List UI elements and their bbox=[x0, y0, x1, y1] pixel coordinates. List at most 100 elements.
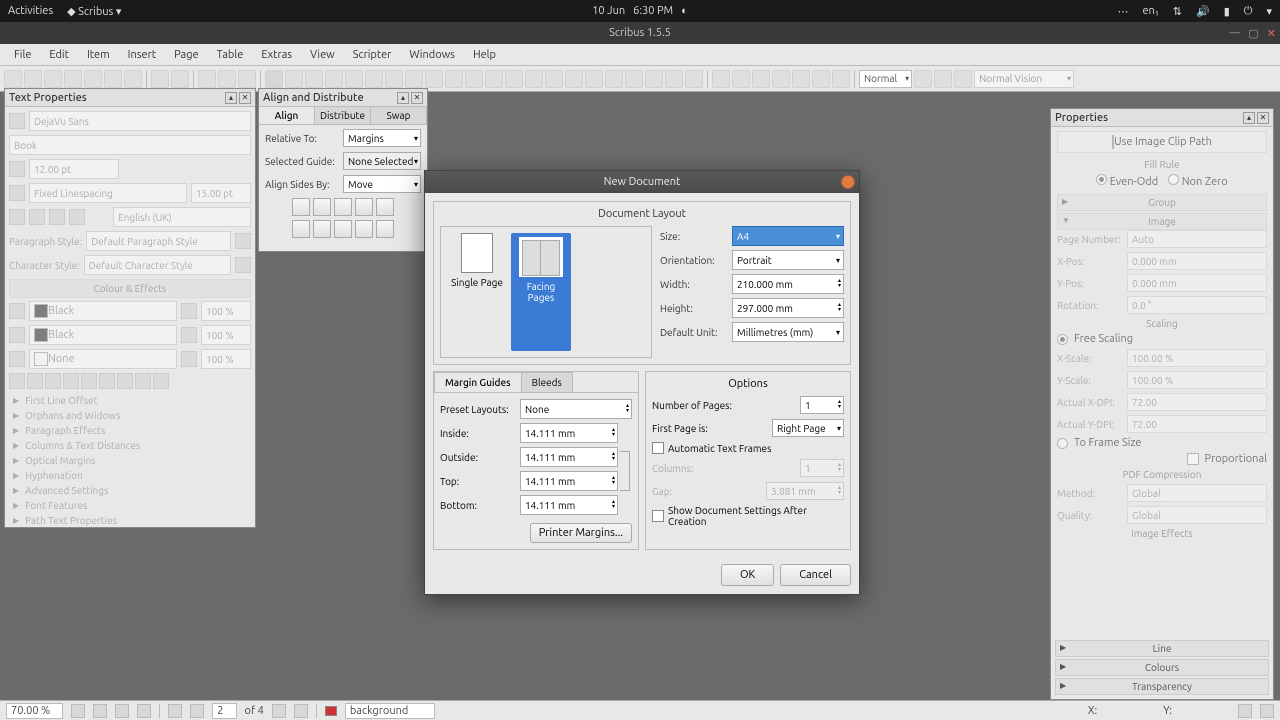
tb-paste[interactable] bbox=[238, 70, 256, 88]
last-page-icon[interactable] bbox=[294, 704, 308, 718]
font-style-select[interactable]: Book bbox=[9, 135, 251, 155]
to-frame-radio[interactable] bbox=[1057, 438, 1068, 449]
menu-page[interactable]: Page bbox=[166, 47, 207, 63]
tb-pdf-link[interactable] bbox=[832, 70, 850, 88]
tb-undo[interactable] bbox=[151, 70, 169, 88]
linespacing-value[interactable]: 15.00 pt bbox=[191, 183, 251, 203]
group-section[interactable]: Group bbox=[1057, 194, 1267, 211]
zoom-default-icon[interactable] bbox=[115, 704, 129, 718]
first-page-select[interactable]: Right Page bbox=[772, 419, 844, 437]
bg-color[interactable]: None bbox=[29, 349, 177, 369]
dialog-close-button[interactable] bbox=[841, 175, 855, 189]
tab-bleeds[interactable]: Bleeds bbox=[521, 372, 573, 392]
link-margins-icon[interactable] bbox=[620, 451, 630, 491]
align-vcenter-button[interactable] bbox=[313, 220, 331, 238]
first-page-icon[interactable] bbox=[168, 704, 182, 718]
colour-effects-header[interactable]: Colour & Effects bbox=[9, 279, 251, 298]
layer-select[interactable]: background bbox=[345, 703, 435, 719]
network-icon[interactable]: ⇅ bbox=[1173, 5, 1182, 18]
tb-polygon[interactable] bbox=[405, 70, 423, 88]
page-number-select[interactable]: Auto bbox=[1127, 230, 1267, 248]
close-icon[interactable]: ✕ bbox=[1257, 112, 1269, 124]
tb-open[interactable] bbox=[24, 70, 42, 88]
top-input[interactable]: 14.111 mm bbox=[520, 471, 618, 491]
tb-arc[interactable] bbox=[385, 70, 403, 88]
align-left-button[interactable] bbox=[292, 198, 310, 216]
shade-icon[interactable]: ▴ bbox=[1243, 112, 1255, 124]
tb-pdf-combo[interactable] bbox=[772, 70, 790, 88]
section-hyphen[interactable]: Hyphenation bbox=[9, 468, 251, 483]
tb-save[interactable] bbox=[44, 70, 62, 88]
tb-pdf-push[interactable] bbox=[712, 70, 730, 88]
menu-view[interactable]: View bbox=[302, 47, 343, 63]
volume-icon[interactable]: 🔊 bbox=[1196, 5, 1210, 18]
edit-icon[interactable] bbox=[235, 257, 251, 273]
align-center-icon[interactable] bbox=[29, 209, 45, 225]
image-section[interactable]: Image bbox=[1057, 213, 1267, 230]
zoom-input[interactable]: 70.00 % bbox=[6, 703, 63, 719]
preview-mode-select[interactable]: Normal bbox=[859, 70, 912, 88]
align-justify-icon[interactable] bbox=[69, 209, 85, 225]
zoom-out-icon[interactable] bbox=[93, 704, 107, 718]
font-family-select[interactable]: DejaVu Sans bbox=[29, 111, 251, 131]
free-scaling-radio[interactable] bbox=[1057, 334, 1068, 345]
tab-margin-guides[interactable]: Margin Guides bbox=[434, 372, 522, 392]
tray-icon[interactable]: ⋯ bbox=[1117, 5, 1128, 18]
rotation-input[interactable]: 0.0 ° bbox=[1127, 296, 1267, 314]
unit-menu-icon[interactable] bbox=[1238, 704, 1252, 718]
xscale-input[interactable]: 100.00 % bbox=[1127, 349, 1267, 367]
linespacing-mode[interactable]: Fixed Linespacing bbox=[29, 183, 187, 203]
tb-calligraphic[interactable] bbox=[505, 70, 523, 88]
line-section[interactable]: Line bbox=[1055, 640, 1269, 657]
section-path-text[interactable]: Path Text Properties bbox=[9, 513, 251, 528]
menu-table[interactable]: Table bbox=[209, 47, 252, 63]
printer-margins-button[interactable]: Printer Margins... bbox=[530, 523, 632, 543]
menu-item[interactable]: Item bbox=[79, 47, 118, 63]
next-page-icon[interactable] bbox=[272, 704, 286, 718]
size-select[interactable]: A4 bbox=[732, 226, 844, 246]
height-input[interactable]: 297.000 mm bbox=[732, 298, 844, 318]
tb-pdf-list[interactable] bbox=[792, 70, 810, 88]
align-sides-select[interactable]: Move bbox=[343, 175, 421, 193]
align-bottom-button[interactable] bbox=[334, 220, 352, 238]
align-right-button[interactable] bbox=[334, 198, 352, 216]
auto-frames-checkbox[interactable] bbox=[652, 442, 664, 454]
tb-select[interactable] bbox=[265, 70, 283, 88]
menu-file[interactable]: File bbox=[6, 47, 39, 63]
paragraph-style-select[interactable]: Default Paragraph Style bbox=[86, 231, 231, 251]
outside-input[interactable]: 14.111 mm bbox=[520, 447, 618, 467]
tb-zoom[interactable] bbox=[545, 70, 563, 88]
ydpi-input[interactable]: 72.00 bbox=[1127, 415, 1267, 433]
menu-help[interactable]: Help bbox=[465, 47, 504, 63]
tb-measure[interactable] bbox=[645, 70, 663, 88]
section-para-effects[interactable]: Paragraph Effects bbox=[9, 423, 251, 438]
menu-edit[interactable]: Edit bbox=[41, 47, 77, 63]
tb-copy-props[interactable] bbox=[665, 70, 683, 88]
menu-windows[interactable]: Windows bbox=[401, 47, 463, 63]
lang-indicator[interactable]: en₁ bbox=[1142, 5, 1158, 17]
tb-edit-in-preview[interactable] bbox=[954, 70, 972, 88]
clock-date[interactable]: 10 Jun bbox=[592, 5, 625, 17]
activities-button[interactable]: Activities bbox=[8, 5, 53, 17]
tb-preflight[interactable] bbox=[104, 70, 122, 88]
edit-icon[interactable] bbox=[235, 233, 251, 249]
minimize-button[interactable]: — bbox=[1229, 27, 1240, 40]
even-odd-radio[interactable] bbox=[1096, 174, 1107, 185]
xdpi-input[interactable]: 72.00 bbox=[1127, 393, 1267, 411]
fill-color[interactable]: Black bbox=[29, 301, 177, 321]
transparency-section[interactable]: Transparency bbox=[1055, 678, 1269, 695]
tb-rotate[interactable] bbox=[525, 70, 543, 88]
section-font-features[interactable]: Font Features bbox=[9, 498, 251, 513]
dialog-titlebar[interactable]: New Document bbox=[425, 171, 859, 193]
tb-table[interactable] bbox=[345, 70, 363, 88]
align-hcenter-button[interactable] bbox=[313, 198, 331, 216]
tb-redo[interactable] bbox=[171, 70, 189, 88]
current-page-input[interactable]: 2 bbox=[212, 703, 236, 719]
tb-text-frame[interactable] bbox=[285, 70, 303, 88]
section-optical[interactable]: Optical Margins bbox=[9, 453, 251, 468]
power-icon[interactable]: ⏻ bbox=[1244, 5, 1253, 18]
method-select[interactable]: Global bbox=[1127, 484, 1267, 502]
section-first-line[interactable]: First Line Offset bbox=[9, 393, 251, 408]
tb-story-editor[interactable] bbox=[585, 70, 603, 88]
yscale-input[interactable]: 100.00 % bbox=[1127, 371, 1267, 389]
